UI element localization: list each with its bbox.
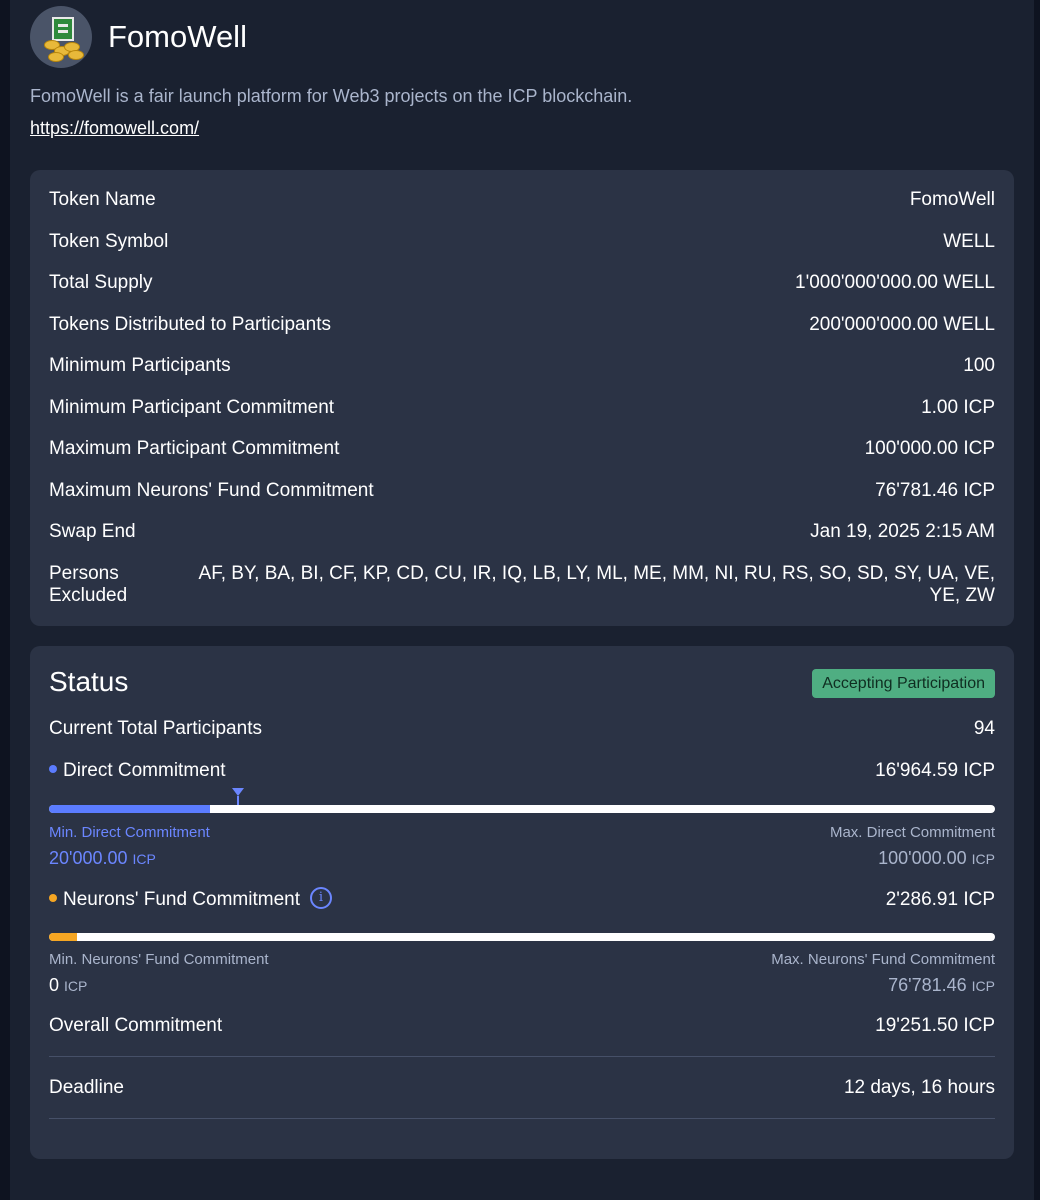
detail-value: 200'000'000.00 WELL	[809, 314, 995, 335]
participants-value: 94	[973, 718, 995, 739]
detail-value: 1'000'000'000.00 WELL	[795, 272, 995, 293]
persons-excluded-value: AF, BY, BA, BI, CF, KP, CD, CU, IR, IQ, …	[198, 563, 995, 606]
detail-label: Maximum Neurons' Fund Commitment	[49, 480, 374, 501]
detail-label: Tokens Distributed to Participants	[49, 314, 331, 335]
persons-excluded-label: Persons Excluded	[49, 563, 128, 606]
max-neurons-amount: 76'781.46 ICP	[888, 975, 995, 996]
participants-row: Current Total Participants 94	[49, 718, 995, 740]
project-website-link[interactable]: https://fomowell.com/	[30, 118, 199, 139]
neurons-fund-label: Neurons' Fund Commitment	[63, 889, 300, 911]
min-neurons-amount-value: 0	[49, 975, 60, 995]
detail-label: Minimum Participants	[49, 355, 231, 376]
neurons-fund-progress-fill	[49, 933, 78, 941]
min-direct-marker-icon	[232, 788, 245, 796]
max-direct-label: Max. Direct Commitment	[829, 824, 995, 841]
participants-label: Current Total Participants	[49, 718, 262, 739]
detail-row-min-participant-commitment: Minimum Participant Commitment 1.00 ICP	[49, 397, 995, 419]
direct-commitment-value: 16'964.59 ICP	[875, 760, 995, 781]
max-neurons-amount-value: 76'781.46	[888, 975, 967, 995]
neurons-fund-value: 2'286.91 ICP	[885, 889, 995, 910]
neurons-fund-label-wrap: Neurons' Fund Commitment i	[49, 887, 332, 911]
detail-label: Maximum Participant Commitment	[49, 438, 340, 459]
info-icon[interactable]: i	[310, 887, 332, 909]
direct-commitment-progress-fill	[49, 805, 210, 813]
unit-label: ICP	[64, 978, 88, 994]
overall-commitment-value: 19'251.50 ICP	[875, 1015, 995, 1036]
project-logo-icon	[30, 6, 92, 68]
detail-row-max-neurons-fund: Maximum Neurons' Fund Commitment 76'781.…	[49, 480, 995, 502]
neurons-fund-row: Neurons' Fund Commitment i 2'286.91 ICP	[49, 887, 995, 911]
unit-label: ICP	[132, 851, 156, 867]
status-title: Status	[49, 666, 129, 697]
detail-value: FomoWell	[909, 189, 995, 210]
min-direct-label: Min. Direct Commitment	[49, 824, 210, 841]
min-neurons-amount: 0 ICP	[49, 975, 87, 996]
direct-dot-icon	[49, 764, 57, 773]
detail-value: 100'000.00 ICP	[864, 438, 995, 459]
detail-label: Token Symbol	[49, 231, 169, 252]
detail-value: WELL	[943, 231, 995, 252]
min-direct-amount: 20'000.00 ICP	[49, 848, 156, 869]
project-title: FomoWell	[108, 19, 247, 54]
detail-row-total-supply: Total Supply 1'000'000'000.00 WELL	[49, 272, 995, 294]
min-neurons-label: Min. Neurons' Fund Commitment	[49, 951, 269, 968]
detail-row-swap-end: Swap End Jan 19, 2025 2:15 AM	[49, 521, 995, 543]
detail-label: Total Supply	[49, 272, 153, 293]
max-direct-amount: 100'000.00 ICP	[878, 848, 995, 869]
direct-commitment-row: Direct Commitment 16'964.59 ICP	[49, 760, 995, 782]
detail-row-minimum-participants: Minimum Participants 100	[49, 355, 995, 377]
max-neurons-label: Max. Neurons' Fund Commitment	[771, 951, 995, 968]
neurons-fund-progress-bar	[49, 933, 995, 941]
overall-commitment-row: Overall Commitment 19'251.50 ICP	[49, 1015, 995, 1037]
detail-label: Minimum Participant Commitment	[49, 397, 335, 418]
deadline-label: Deadline	[49, 1077, 124, 1098]
divider	[49, 1118, 995, 1119]
direct-commitment-progress-bar	[49, 805, 995, 813]
status-card: Status Accepting Participation Current T…	[30, 646, 1014, 1159]
detail-row-token-name: Token Name FomoWell	[49, 189, 995, 211]
token-details-card: Token Name FomoWell Token Symbol WELL To…	[30, 170, 1014, 626]
deadline-value: 12 days, 16 hours	[843, 1077, 995, 1098]
max-direct-amount-value: 100'000.00	[878, 848, 967, 868]
detail-value: Jan 19, 2025 2:15 AM	[810, 521, 995, 542]
detail-value: 100	[963, 355, 995, 376]
detail-value: 1.00 ICP	[921, 397, 995, 418]
overall-commitment-label: Overall Commitment	[49, 1015, 223, 1036]
detail-row-tokens-distributed: Tokens Distributed to Participants 200'0…	[49, 314, 995, 336]
project-header: FomoWell	[30, 6, 247, 68]
detail-value: 76'781.46 ICP	[875, 480, 995, 501]
direct-commitment-label-wrap: Direct Commitment	[49, 760, 226, 782]
unit-label: ICP	[971, 978, 995, 994]
neurons-dot-icon	[49, 894, 57, 902]
detail-row-max-participant-commitment: Maximum Participant Commitment 100'000.0…	[49, 438, 995, 460]
divider	[49, 1056, 995, 1057]
project-description: FomoWell is a fair launch platform for W…	[30, 86, 633, 106]
min-direct-amount-value: 20'000.00	[49, 848, 128, 868]
unit-label: ICP	[971, 851, 995, 867]
detail-label: Swap End	[49, 521, 136, 542]
status-badge: Accepting Participation	[812, 669, 995, 698]
deadline-row: Deadline 12 days, 16 hours	[49, 1077, 995, 1099]
direct-commitment-label: Direct Commitment	[63, 760, 226, 781]
detail-row-token-symbol: Token Symbol WELL	[49, 231, 995, 253]
detail-label: Token Name	[49, 189, 156, 210]
